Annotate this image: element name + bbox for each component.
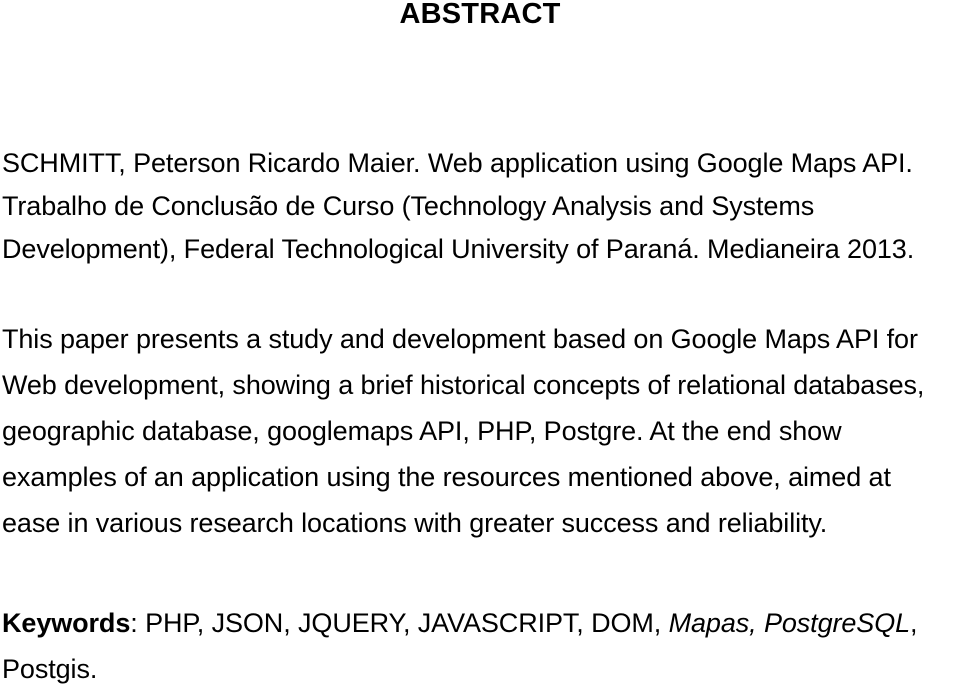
keywords-label: Keywords [2, 608, 131, 638]
page-title: ABSTRACT [399, 0, 561, 30]
reference-line-2: Trabalho de Conclusão de Curso (Technolo… [2, 191, 815, 221]
keywords-italic-terms: Mapas, PostgreSQL [668, 608, 911, 638]
reference-paragraph: SCHMITT, Peterson Ricardo Maier. Web app… [2, 142, 958, 271]
keywords-paragraph: Keywords: PHP, JSON, JQUERY, JAVASCRIPT,… [2, 600, 958, 692]
keywords-plain-terms: PHP, JSON, JQUERY, JAVASCRIPT, DOM, [145, 608, 669, 638]
keywords-line-2: Postgis. [2, 654, 98, 684]
abstract-line-2: Web development, showing a brief histori… [2, 370, 925, 400]
reference-line-1: SCHMITT, Peterson Ricardo Maier. Web app… [2, 148, 913, 178]
reference-line-3: Development), Federal Technological Univ… [2, 234, 915, 264]
keywords-trailing-comma: , [910, 608, 918, 638]
keywords-line-1: Keywords: PHP, JSON, JQUERY, JAVASCRIPT,… [2, 600, 958, 646]
abstract-line-3: geographic database, googlemaps API, PHP… [2, 416, 842, 446]
abstract-paragraph: This paper presents a study and developm… [2, 316, 958, 546]
abstract-line-4: examples of an application using the res… [2, 462, 891, 492]
keywords-separator: : [130, 608, 146, 638]
document-page: ABSTRACT SCHMITT, Peterson Ricardo Maier… [0, 0, 960, 684]
abstract-line-1: This paper presents a study and developm… [2, 324, 918, 354]
abstract-line-5: ease in various research locations with … [2, 508, 828, 538]
